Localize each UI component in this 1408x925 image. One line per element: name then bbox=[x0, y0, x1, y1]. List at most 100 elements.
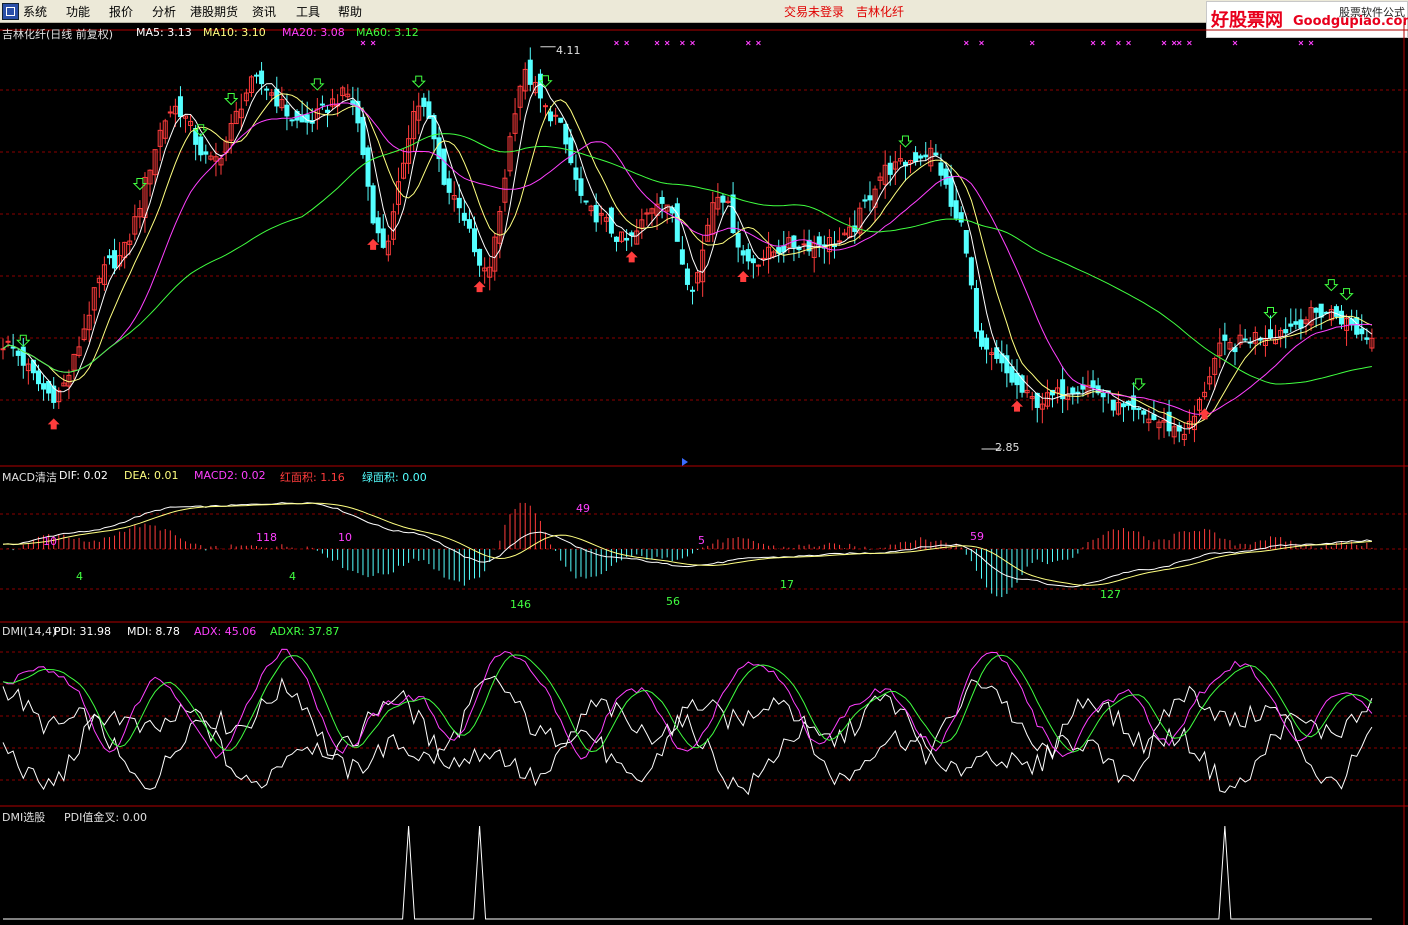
pdi-label: PDI: 31.98 bbox=[54, 625, 112, 638]
ma5-line bbox=[2, 83, 1373, 430]
dmi-select-indicator bbox=[3, 825, 1372, 920]
candle-body bbox=[1120, 403, 1126, 408]
candle-body bbox=[20, 346, 26, 366]
macd-count-label: 17 bbox=[780, 578, 794, 591]
dea-label: DEA: 0.01 bbox=[124, 469, 179, 482]
price-panel-title: 吉林化纤(日线 前复权) bbox=[2, 28, 114, 41]
candle-body bbox=[740, 250, 746, 256]
candlesticks bbox=[0, 46, 1375, 450]
candle-body bbox=[1100, 393, 1106, 398]
menu-quote[interactable]: 报价 bbox=[109, 3, 133, 20]
x-mark-icon bbox=[360, 40, 366, 46]
candle-body bbox=[441, 148, 447, 185]
sell-up-arrow-icon bbox=[47, 418, 60, 430]
sell-up-arrow-icon bbox=[473, 281, 486, 293]
candle-body bbox=[177, 96, 183, 118]
candle-body bbox=[943, 168, 949, 185]
signal-markers bbox=[16, 40, 1354, 466]
candle-body bbox=[1333, 306, 1339, 317]
ma10-label: MA10: 3.10 bbox=[203, 26, 266, 39]
app-logo-icon[interactable] bbox=[2, 3, 19, 20]
menu-news[interactable]: 资讯 bbox=[252, 3, 276, 20]
candle-body bbox=[380, 228, 386, 248]
candle-body bbox=[1141, 410, 1147, 415]
menu-function[interactable]: 功能 bbox=[66, 3, 90, 20]
green-area-label: 绿面积: 0.00 bbox=[362, 471, 427, 484]
candle-body bbox=[365, 147, 371, 187]
candle-body bbox=[1014, 372, 1020, 386]
macd-count-label: 146 bbox=[510, 598, 531, 611]
candle-body bbox=[1359, 328, 1365, 335]
candle-body bbox=[10, 346, 16, 349]
candle-body bbox=[1268, 329, 1273, 338]
candle-body bbox=[674, 203, 680, 242]
candle-body bbox=[106, 255, 112, 259]
menu-tools[interactable]: 工具 bbox=[296, 3, 320, 20]
candle-body bbox=[284, 104, 290, 117]
candle-body bbox=[1293, 321, 1299, 325]
candle-body bbox=[360, 116, 366, 156]
buy-down-arrow-icon bbox=[132, 178, 148, 191]
x-mark-icon bbox=[680, 40, 685, 46]
adx-label: ADX: 45.06 bbox=[194, 625, 257, 638]
buy-down-arrow-icon bbox=[310, 78, 325, 91]
candle-body bbox=[862, 199, 868, 202]
candle-body bbox=[319, 103, 325, 106]
candle-body bbox=[578, 178, 584, 196]
sell-up-arrow-icon bbox=[367, 238, 380, 250]
dif-label: DIF: 0.02 bbox=[59, 469, 108, 482]
sell-up-arrow-icon bbox=[737, 270, 750, 282]
macd-count-label: 127 bbox=[1100, 588, 1121, 601]
candle-body bbox=[1298, 319, 1304, 329]
macd2-label: MACD2: 0.02 bbox=[194, 469, 266, 482]
candle-body bbox=[923, 154, 929, 158]
stock-name: 吉林化纤 bbox=[856, 5, 905, 19]
candle-body bbox=[745, 249, 751, 262]
x-mark-icon bbox=[979, 40, 984, 46]
candle-body bbox=[548, 111, 554, 122]
buy-down-arrow-icon bbox=[411, 75, 426, 88]
candle-body bbox=[259, 70, 265, 85]
macd-panel-title: MACD清洁 bbox=[2, 471, 57, 484]
candle-body bbox=[613, 236, 619, 242]
candle-body bbox=[1354, 317, 1360, 335]
candle-body bbox=[558, 117, 564, 123]
red-area-label: 红面积: 1.16 bbox=[280, 471, 345, 484]
candle-body bbox=[466, 219, 472, 229]
x-mark-icon bbox=[1187, 40, 1192, 46]
candle-body bbox=[887, 162, 893, 175]
candle-body bbox=[477, 248, 483, 266]
candle-body bbox=[963, 230, 969, 254]
candle-body bbox=[375, 217, 381, 234]
candle-body bbox=[563, 123, 569, 145]
menu-bar: 系统 功能 报价 分析 港股期货 资讯 工具 帮助 交易未登录 吉林化纤 bbox=[0, 0, 1408, 23]
candle-body bbox=[198, 136, 204, 156]
candle-body bbox=[679, 249, 685, 265]
dif-line bbox=[2, 502, 1373, 588]
candle-body bbox=[203, 151, 209, 155]
menu-hk-futures[interactable]: 港股期货 bbox=[190, 3, 238, 20]
x-mark-icon bbox=[1116, 40, 1121, 46]
candle-body bbox=[730, 194, 736, 234]
ma60-label: MA60: 3.12 bbox=[356, 26, 419, 39]
candle-body bbox=[264, 88, 270, 91]
macd-count-label: 10 bbox=[338, 531, 352, 544]
candle-body bbox=[0, 348, 6, 351]
candle-body bbox=[1070, 387, 1076, 395]
candle-body bbox=[979, 330, 985, 347]
x-mark-icon bbox=[1161, 40, 1167, 46]
menu-help[interactable]: 帮助 bbox=[338, 3, 362, 20]
candle-body bbox=[1110, 399, 1116, 411]
sell-up-arrow-icon bbox=[625, 251, 638, 263]
candle-body bbox=[913, 152, 919, 163]
ma10-line bbox=[2, 93, 1373, 425]
candle-body bbox=[5, 340, 11, 343]
dea-line bbox=[2, 502, 1372, 586]
candle-body bbox=[1364, 337, 1370, 340]
menu-analysis[interactable]: 分析 bbox=[152, 3, 176, 20]
menu-system[interactable]: 系统 bbox=[23, 3, 47, 20]
candle-body bbox=[958, 212, 964, 223]
moving-averages bbox=[2, 83, 1373, 430]
login-status[interactable]: 交易未登录 bbox=[784, 3, 844, 20]
x-mark-icon bbox=[756, 40, 761, 46]
